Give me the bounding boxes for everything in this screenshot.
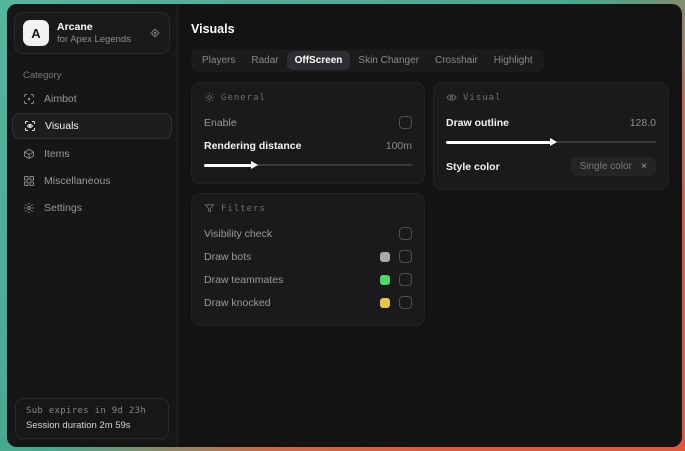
sidebar-nav: Aimbot Visuals Items Miscellaneous Setti… (7, 85, 177, 221)
brand-card: A Arcane for Apex Legends (14, 12, 170, 54)
rendering-distance-slider[interactable] (204, 159, 412, 171)
draw-teammates-label: Draw teammates (204, 273, 284, 286)
left-column: General Enable Rendering distance 100m F… (191, 82, 425, 326)
draw-knocked-label: Draw knocked (204, 296, 271, 309)
filters-card-title: Filters (221, 203, 266, 214)
sidebar-item-label: Miscellaneous (44, 174, 111, 187)
draw-bots-color-swatch[interactable] (380, 251, 390, 262)
draw-teammates-checkbox[interactable] (399, 273, 412, 286)
sidebar-item-aimbot[interactable]: Aimbot (7, 85, 177, 112)
style-color-row: Style color Single color × (446, 156, 656, 177)
slider-fill[interactable] (446, 137, 557, 146)
sidebar-item-label: Settings (44, 201, 82, 214)
crosshair-icon (23, 93, 35, 105)
draw-knocked-row: Draw knocked (204, 292, 412, 313)
visibility-check-checkbox[interactable] (399, 227, 412, 240)
enable-checkbox[interactable] (399, 116, 412, 129)
style-color-select[interactable]: Single color × (570, 157, 656, 176)
main-content: Visuals Players Radar OffScreen Skin Cha… (178, 4, 682, 447)
style-color-value: Single color (579, 161, 632, 172)
brand-logo: A (23, 20, 49, 46)
tab-skin-changer[interactable]: Skin Changer (350, 51, 427, 70)
cube-icon (23, 148, 35, 160)
tab-players[interactable]: Players (194, 51, 243, 70)
general-card: General Enable Rendering distance 100m (191, 82, 425, 184)
visuals-tabbar: Players Radar OffScreen Skin Changer Cro… (191, 49, 544, 72)
visual-card-title: Visual (463, 92, 502, 103)
draw-outline-row: Draw outline 128.0 (446, 112, 656, 133)
app-window: A Arcane for Apex Legends Category Aimbo… (7, 4, 682, 447)
brand-name: Arcane (57, 20, 93, 33)
eye-scan-icon (24, 120, 36, 132)
draw-bots-label: Draw bots (204, 250, 252, 263)
right-column: Visual Draw outline 128.0 Style color Si… (433, 82, 669, 190)
enable-row: Enable (204, 112, 412, 133)
settings-gear-icon[interactable] (149, 27, 161, 39)
general-card-header: General (204, 92, 412, 103)
visual-card-header: Visual (446, 92, 656, 103)
sidebar-item-settings[interactable]: Settings (7, 194, 177, 221)
subscription-card: Sub expires in 9d 23h Session duration 2… (15, 398, 169, 439)
rendering-distance-label: Rendering distance (204, 139, 302, 152)
style-color-label: Style color (446, 160, 500, 173)
draw-knocked-color-swatch[interactable] (380, 297, 390, 308)
eye-icon (446, 92, 457, 103)
grid-icon (23, 175, 35, 187)
draw-outline-slider[interactable] (446, 136, 656, 148)
visibility-check-label: Visibility check (204, 227, 273, 240)
filters-card: Filters Visibility check Draw bots Draw … (191, 193, 425, 326)
clear-icon[interactable]: × (641, 161, 647, 172)
general-card-title: General (221, 92, 266, 103)
tab-radar[interactable]: Radar (243, 51, 286, 70)
tab-highlight[interactable]: Highlight (486, 51, 541, 70)
draw-outline-label: Draw outline (446, 116, 510, 129)
slider-fill[interactable] (204, 160, 258, 169)
page-title: Visuals (191, 22, 235, 36)
visibility-check-row: Visibility check (204, 223, 412, 244)
draw-bots-row: Draw bots (204, 246, 412, 267)
brand-text: Arcane for Apex Legends (57, 21, 141, 46)
gear-icon (23, 202, 35, 214)
enable-label: Enable (204, 116, 237, 129)
tab-offscreen[interactable]: OffScreen (286, 51, 351, 70)
funnel-icon (204, 203, 215, 214)
draw-bots-checkbox[interactable] (399, 250, 412, 263)
sidebar: A Arcane for Apex Legends Category Aimbo… (7, 4, 178, 447)
sub-expires-text: Sub expires in 9d 23h (26, 406, 147, 416)
sidebar-item-miscellaneous[interactable]: Miscellaneous (7, 167, 177, 194)
content-grid: General Enable Rendering distance 100m F… (191, 82, 671, 326)
sidebar-item-visuals[interactable]: Visuals (12, 113, 172, 139)
sun-gear-icon (204, 92, 215, 103)
category-label: Category (23, 70, 62, 81)
brand-subtitle: for Apex Legends (57, 33, 131, 45)
draw-teammates-row: Draw teammates (204, 269, 412, 290)
draw-outline-value: 128.0 (629, 116, 656, 129)
rendering-distance-row: Rendering distance 100m (204, 135, 412, 156)
visual-card: Visual Draw outline 128.0 Style color Si… (433, 82, 669, 190)
sidebar-item-label: Aimbot (44, 92, 77, 105)
tab-crosshair[interactable]: Crosshair (427, 51, 486, 70)
draw-teammates-color-swatch[interactable] (380, 274, 390, 285)
session-duration-text: Session duration 2m 59s (26, 420, 131, 431)
sidebar-item-label: Visuals (45, 120, 79, 132)
sidebar-item-label: Items (44, 147, 70, 160)
rendering-distance-value: 100m (385, 139, 412, 152)
filters-card-header: Filters (204, 203, 412, 214)
sidebar-item-items[interactable]: Items (7, 140, 177, 167)
draw-knocked-checkbox[interactable] (399, 296, 412, 309)
